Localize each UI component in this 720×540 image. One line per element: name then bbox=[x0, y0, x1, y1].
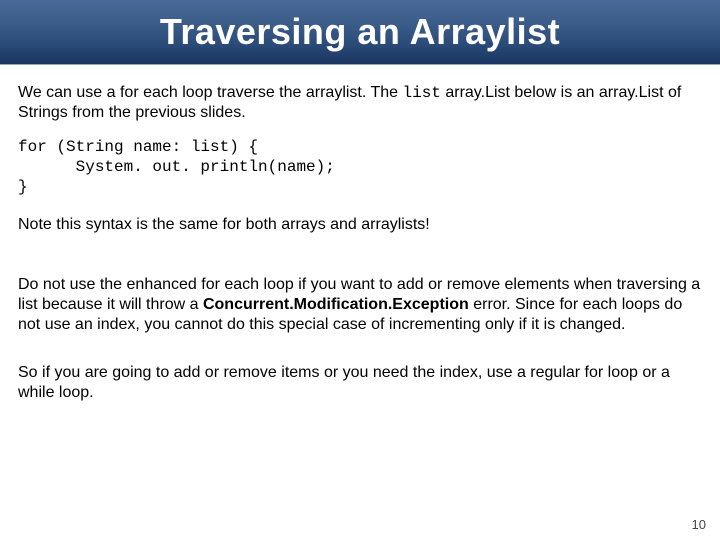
page-number: 10 bbox=[692, 517, 706, 532]
title-bar: Traversing an Arraylist bbox=[0, 0, 720, 65]
intro-inline-code: list bbox=[403, 84, 441, 102]
note-paragraph: Note this syntax is the same for both ar… bbox=[18, 215, 702, 235]
slide-title: Traversing an Arraylist bbox=[160, 11, 560, 53]
slide-content: We can use a for each loop traverse the … bbox=[0, 65, 720, 403]
intro-paragraph: We can use a for each loop traverse the … bbox=[18, 83, 702, 123]
warning-paragraph: Do not use the enhanced for each loop if… bbox=[18, 275, 702, 335]
conclusion-paragraph: So if you are going to add or remove ite… bbox=[18, 363, 702, 403]
spacer bbox=[18, 249, 702, 267]
slide: Traversing an Arraylist We can use a for… bbox=[0, 0, 720, 540]
intro-text-before: We can use a for each loop traverse the … bbox=[18, 84, 403, 101]
warning-exception-name: Concurrent.Modification.Exception bbox=[203, 296, 469, 313]
spacer bbox=[18, 349, 702, 355]
code-block: for (String name: list) { System. out. p… bbox=[18, 137, 702, 197]
